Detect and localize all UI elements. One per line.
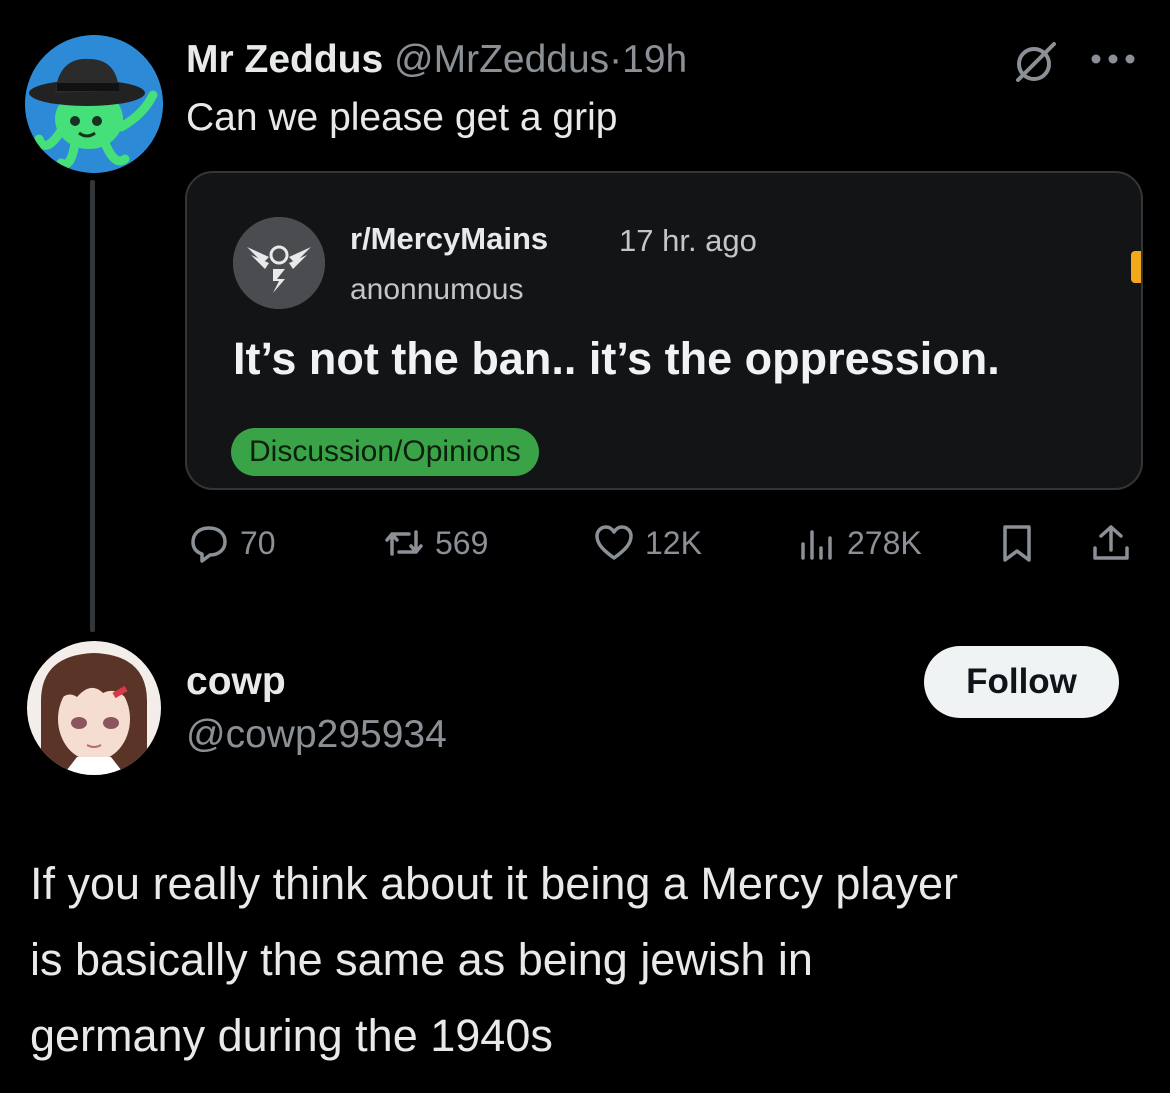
tweet1-author-name[interactable]: Mr Zeddus xyxy=(186,38,383,81)
cowp-avatar[interactable] xyxy=(27,641,161,775)
tweet1-timestamp[interactable]: 19h xyxy=(622,38,687,81)
tweet2-text-line: If you really think about it being a Mer… xyxy=(30,858,958,909)
views-count: 278K xyxy=(847,524,922,561)
embedded-reddit-post[interactable]: r/MercyMains 17 hr. ago anonnumous It’s … xyxy=(185,171,1143,490)
follow-button[interactable]: Follow xyxy=(924,646,1119,718)
like-count: 12K xyxy=(645,524,702,561)
bookmark-button[interactable] xyxy=(996,515,1048,571)
tweet1-separator: · xyxy=(609,38,623,81)
more-icon[interactable] xyxy=(1088,52,1138,66)
lock-icon xyxy=(1131,251,1141,283)
retweet-count: 569 xyxy=(435,524,489,561)
post-username: anonnumous xyxy=(350,273,524,306)
like-button[interactable]: 12K xyxy=(593,515,702,571)
tweet2-text-line: germany during the 1940s xyxy=(30,1010,553,1061)
tweet1-text: Can we please get a grip xyxy=(186,96,618,139)
reply-count: 70 xyxy=(240,524,276,561)
tweet1-action-bar: 70 569 12K 278K xyxy=(0,515,1170,571)
share-icon xyxy=(1093,525,1129,560)
reply-button[interactable]: 70 xyxy=(188,515,276,571)
tweet2-author-name[interactable]: cowp xyxy=(186,660,286,704)
subreddit-name: r/MercyMains xyxy=(350,221,549,256)
post-time: 17 hr. ago xyxy=(619,223,757,258)
subreddit-icon xyxy=(233,217,325,309)
retweet-icon xyxy=(385,530,423,556)
reply-icon xyxy=(191,526,227,563)
tweet1-author-handle[interactable]: @MrZeddus xyxy=(394,38,609,81)
bookmark-icon xyxy=(1003,525,1031,562)
tweet1-header: Mr Zeddus @MrZeddus·19h xyxy=(186,36,687,84)
tweet2-text: If you really think about it being a Mer… xyxy=(30,846,1140,1074)
tweet2-text-line: is basically the same as being jewish in xyxy=(30,934,813,985)
retweet-button[interactable]: 569 xyxy=(383,515,488,571)
mrzeddus-avatar[interactable] xyxy=(25,35,163,173)
post-title: It’s not the ban.. it’s the oppression. xyxy=(233,333,1000,384)
views-button[interactable]: 278K xyxy=(795,515,922,571)
grok-icon[interactable] xyxy=(1012,40,1060,84)
share-button[interactable] xyxy=(1090,515,1142,571)
tweet2-author-handle[interactable]: @cowp295934 xyxy=(186,713,447,757)
like-icon xyxy=(595,525,633,560)
views-icon xyxy=(801,530,832,560)
post-flair: Discussion/Opinions xyxy=(231,428,539,476)
